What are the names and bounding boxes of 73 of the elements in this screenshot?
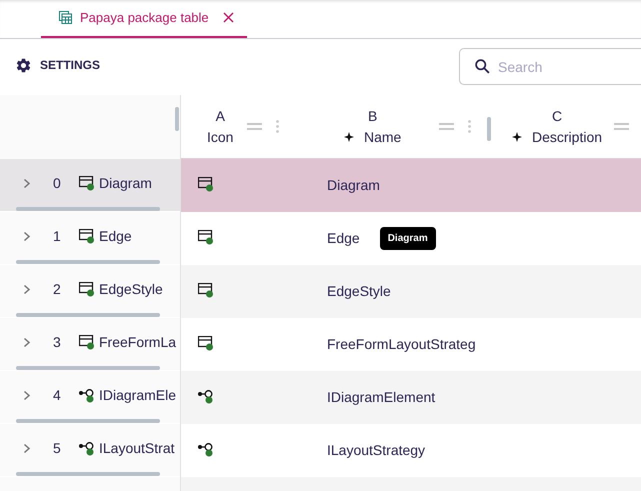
settings-button[interactable]: SETTINGS [15, 56, 100, 74]
drag-handle-icon[interactable] [439, 123, 454, 130]
chevron-right-icon[interactable] [23, 336, 31, 348]
column-label: Description [532, 128, 602, 147]
row-label: Diagram [99, 174, 152, 193]
kebab-icon[interactable] [276, 120, 280, 133]
row-index: 5 [53, 438, 62, 458]
class-icon [79, 334, 95, 350]
close-icon[interactable] [222, 12, 234, 23]
drag-handle-icon[interactable] [247, 123, 262, 130]
row-index: 0 [53, 174, 62, 192]
chevron-right-icon[interactable] [23, 390, 31, 400]
table-row[interactable]: Diagram [181, 159, 641, 212]
class-icon [79, 176, 95, 190]
chevron-right-icon[interactable] [23, 178, 31, 188]
interface-icon [79, 440, 95, 456]
row-index: 4 [53, 386, 62, 404]
sparkle-icon [512, 132, 522, 142]
search-icon [474, 58, 491, 75]
column-label: Icon [207, 128, 234, 146]
sparkle-icon [344, 132, 354, 142]
column-resize-handle[interactable] [487, 117, 491, 141]
drag-handle-icon[interactable] [614, 123, 630, 130]
chevron-right-icon[interactable] [23, 284, 31, 294]
column-letter: C [552, 106, 562, 126]
row-index: 2 [53, 280, 62, 298]
row-index: 1 [53, 226, 62, 246]
column-letter: B [368, 106, 378, 126]
search-field[interactable]: Search [459, 48, 641, 85]
interface-icon [198, 388, 214, 404]
class-icon [198, 230, 214, 244]
tab[interactable]: Papaya package table [41, 0, 247, 38]
table-cell-text: IDiagramElement [327, 388, 436, 407]
table-cell-text: EdgeStyle [327, 282, 391, 301]
row-index: 3 [53, 332, 62, 352]
interface-icon [79, 388, 95, 402]
row-label: ILayoutStrat [99, 438, 174, 458]
table-row[interactable]: IDiagramElement [181, 371, 641, 424]
chevron-right-icon[interactable] [23, 442, 31, 454]
column-header[interactable]: B Name [300, 95, 490, 158]
settings-icon [15, 56, 32, 74]
tab-label: Papaya package table [80, 8, 209, 27]
class-icon [198, 282, 214, 298]
table-cell-text: Edge [327, 229, 360, 248]
column-letter: A [216, 106, 225, 126]
chevron-right-icon[interactable] [23, 230, 31, 242]
tooltip: Diagram [380, 227, 436, 250]
table-cell-text: Diagram [327, 176, 380, 195]
class-icon [198, 176, 214, 192]
scrollbar-thumb[interactable] [16, 366, 160, 370]
table-icon [59, 11, 72, 24]
column-header[interactable]: A Icon [181, 95, 300, 158]
scrollbar-thumb[interactable] [16, 472, 160, 476]
class-icon [79, 228, 95, 244]
table-cell-text: ILayoutStrategy [327, 441, 426, 460]
kebab-icon[interactable] [468, 120, 472, 133]
row-label: Edge [99, 226, 132, 246]
row-header[interactable]: 0 Diagram [0, 159, 180, 212]
row-label: IDiagramEle [99, 386, 176, 405]
table-cell-text: FreeFormLayoutStrateg [327, 335, 476, 354]
scrollbar-thumb[interactable] [16, 207, 160, 211]
scrollbar-thumb[interactable] [16, 260, 160, 264]
table-row[interactable]: EdgeStyle [181, 265, 641, 318]
class-icon [198, 336, 214, 350]
row-label: FreeFormLa [99, 332, 176, 352]
scrollbar-thumb[interactable] [16, 419, 160, 423]
column-header[interactable]: C Description [490, 95, 641, 158]
column-label: Name [364, 128, 402, 146]
class-icon [79, 282, 95, 296]
interface-icon [198, 442, 214, 456]
row-label: EdgeStyle [99, 280, 163, 299]
scrollbar-thumb[interactable] [16, 313, 160, 317]
scrollbar-thumb[interactable] [175, 107, 179, 131]
